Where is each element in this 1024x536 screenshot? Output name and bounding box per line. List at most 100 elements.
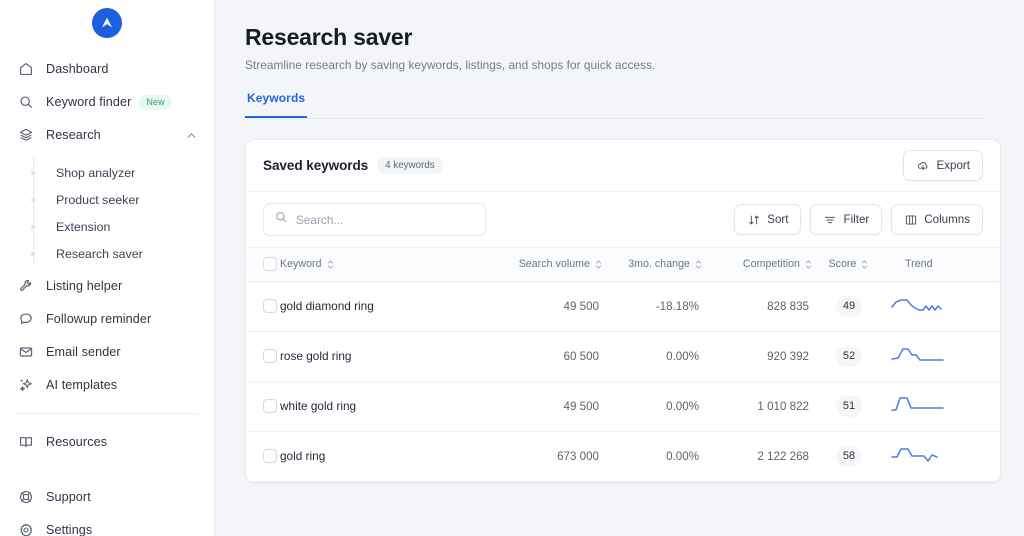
column-header-search-volume[interactable]: Search volume — [495, 248, 603, 282]
row-checkbox[interactable] — [263, 349, 277, 363]
cell-search-volume: 673 000 — [495, 431, 603, 482]
filter-button[interactable]: Filter — [810, 204, 883, 235]
saved-keywords-card: Saved keywords 4 keywords Export Search.… — [245, 139, 1001, 483]
book-icon — [16, 433, 35, 452]
chevron-up-icon[interactable] — [185, 129, 198, 142]
column-header-label: Competition — [742, 258, 800, 271]
column-header-trend: Trend — [885, 248, 1000, 282]
row-checkbox[interactable] — [263, 449, 277, 463]
cell-trend — [885, 431, 1000, 482]
trend-sparkline — [891, 347, 944, 361]
page-subtitle: Streamline research by saving keywords, … — [245, 58, 656, 72]
sidebar-subitem-label: Research saver — [56, 246, 143, 261]
sidebar-item-dashboard[interactable]: Dashboard — [0, 54, 214, 84]
layers-icon — [16, 126, 35, 145]
table-head: Keyword Search volume 3mo. change Compet… — [246, 248, 1000, 282]
cell-3mo-change: 0.00% — [603, 381, 703, 432]
main-content: Research saver Streamline research by sa… — [215, 0, 1024, 536]
wrench-icon — [16, 277, 35, 296]
cell-3mo-change: -18.18% — [603, 281, 703, 332]
card-title: Saved keywords — [263, 158, 369, 173]
score-badge: 58 — [835, 445, 863, 467]
column-header-label: Keyword — [280, 258, 322, 271]
lifebuoy-icon — [16, 488, 35, 507]
sidebar-item-label: Support — [46, 490, 91, 504]
tab-keywords[interactable]: Keywords — [245, 91, 308, 118]
cell-keyword: white gold ring — [280, 381, 495, 432]
sidebar-subitem-label: Product seeker — [56, 192, 140, 207]
app-logo[interactable] — [0, 8, 214, 38]
sidebar-item-label: Resources — [46, 435, 108, 449]
logo-glyph — [102, 17, 112, 28]
columns-icon — [904, 213, 918, 227]
sort-arrows-icon — [860, 259, 869, 270]
table-row[interactable]: gold ring 673 000 0.00% 2 122 268 58 — [246, 431, 1000, 482]
gear-icon — [16, 521, 35, 536]
cell-competition: 920 392 — [703, 331, 813, 382]
cell-search-volume: 49 500 — [495, 381, 603, 432]
table-row[interactable]: white gold ring 49 500 0.00% 1 010 822 5… — [246, 381, 1000, 432]
sidebar-subitem-label: Extension — [56, 219, 111, 234]
cell-3mo-change: 0.00% — [603, 331, 703, 382]
column-header-label: 3mo. change — [628, 258, 690, 271]
select-all-header — [246, 248, 280, 282]
column-header-competition[interactable]: Competition — [703, 248, 813, 282]
sidebar-item-listing-helper[interactable]: Listing helper — [0, 271, 214, 301]
sidebar-item-label: Followup reminder — [46, 312, 152, 326]
cell-search-volume: 49 500 — [495, 281, 603, 332]
sort-button[interactable]: Sort — [734, 204, 802, 235]
sidebar-divider — [16, 413, 198, 414]
table-row[interactable]: rose gold ring 60 500 0.00% 920 392 52 — [246, 331, 1000, 382]
column-header-keyword[interactable]: Keyword — [280, 248, 495, 282]
sidebar-item-research[interactable]: Research — [0, 120, 214, 150]
search-box[interactable] — [263, 203, 486, 236]
trend-sparkline — [891, 396, 944, 411]
trend-sparkline — [891, 298, 942, 311]
select-all-checkbox[interactable] — [263, 257, 277, 272]
new-badge: New — [139, 94, 172, 110]
sidebar: Dashboard Keyword finder New Research Sh… — [0, 0, 215, 536]
cloud-download-icon — [916, 159, 930, 173]
cell-score: 51 — [813, 381, 885, 432]
sidebar-item-settings[interactable]: Settings — [0, 515, 214, 536]
score-badge: 52 — [835, 345, 863, 367]
sidebar-item-followup-reminder[interactable]: Followup reminder — [0, 304, 214, 334]
sparkle-icon — [16, 376, 35, 395]
row-checkbox[interactable] — [263, 399, 277, 413]
search-input[interactable] — [296, 212, 475, 227]
sidebar-item-support[interactable]: Support — [0, 482, 214, 512]
sidebar-item-resources[interactable]: Resources — [0, 427, 214, 457]
column-header-label: Trend — [905, 258, 933, 271]
sidebar-item-label: AI templates — [46, 378, 118, 392]
keywords-table: Keyword Search volume 3mo. change Compet… — [246, 248, 1000, 482]
sort-arrows-icon — [804, 259, 813, 270]
sidebar-item-ai-templates[interactable]: AI templates — [0, 370, 214, 400]
cell-trend — [885, 381, 1000, 432]
cell-keyword: gold diamond ring — [280, 281, 495, 332]
cell-search-volume: 60 500 — [495, 331, 603, 382]
sidebar-item-product-seeker[interactable]: Product seeker — [0, 186, 214, 213]
table-row[interactable]: gold diamond ring 49 500 -18.18% 828 835… — [246, 281, 1000, 332]
sort-icon — [747, 213, 761, 227]
column-header-score[interactable]: Score — [813, 248, 885, 282]
row-select-cell — [246, 331, 280, 382]
sidebar-subnav-research: Shop analyzer Product seeker Extension R… — [0, 153, 214, 271]
export-button[interactable]: Export — [903, 150, 983, 181]
sidebar-item-email-sender[interactable]: Email sender — [0, 337, 214, 367]
sidebar-item-research-saver[interactable]: Research saver — [0, 240, 214, 267]
cell-keyword: rose gold ring — [280, 331, 495, 382]
column-header-label: Score — [828, 258, 857, 271]
column-header-3mo-change[interactable]: 3mo. change — [603, 248, 703, 282]
sort-arrows-icon — [694, 259, 703, 270]
home-icon — [16, 60, 35, 79]
sort-arrows-icon — [326, 259, 335, 270]
columns-button[interactable]: Columns — [891, 204, 983, 235]
keyword-label: white gold ring — [280, 399, 357, 413]
sidebar-item-keyword-finder[interactable]: Keyword finder New — [0, 87, 214, 117]
table-body: gold diamond ring 49 500 -18.18% 828 835… — [246, 281, 1000, 482]
trend-sparkline — [891, 447, 938, 462]
sidebar-item-extension[interactable]: Extension — [0, 213, 214, 240]
sidebar-item-shop-analyzer[interactable]: Shop analyzer — [0, 159, 214, 186]
row-checkbox[interactable] — [263, 299, 277, 313]
